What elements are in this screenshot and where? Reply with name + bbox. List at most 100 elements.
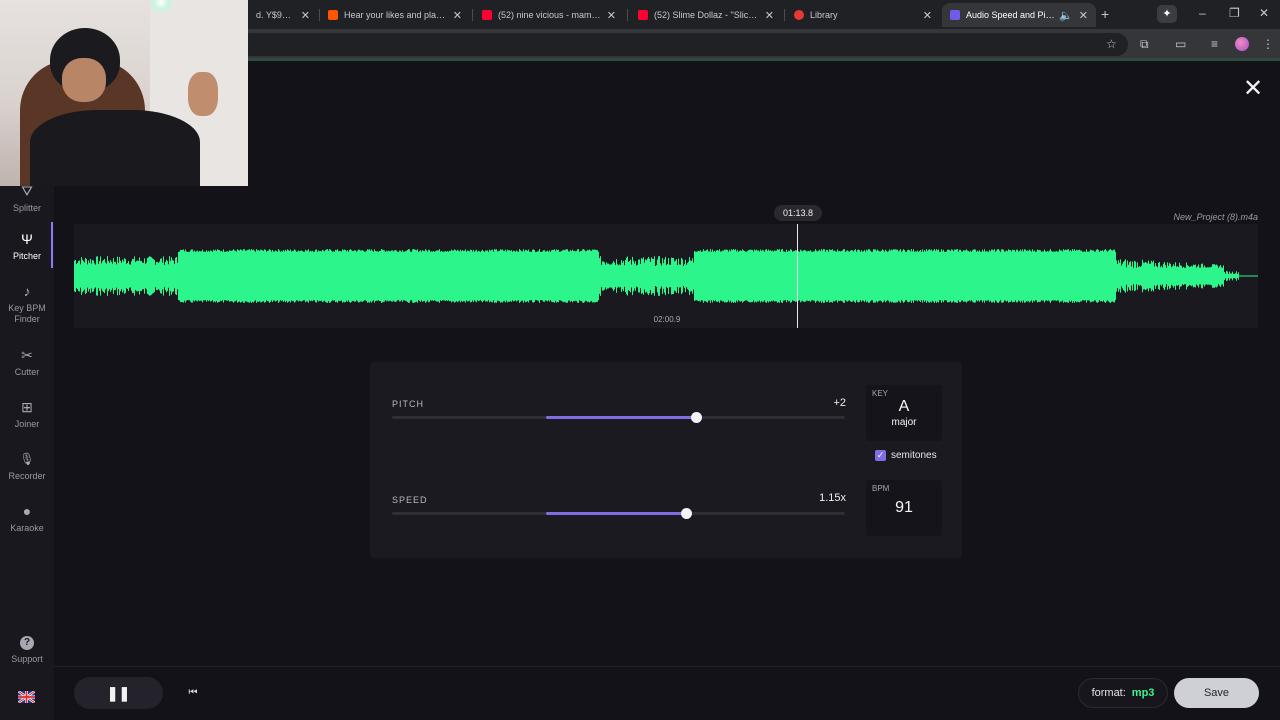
key-label: KEY [872,389,889,398]
webcam-person-body [30,110,200,186]
tab-close-icon[interactable]: ✕ [923,9,932,22]
sidebar-item-label: Recorder [8,471,46,481]
speaker-icon[interactable]: 🔈 [1059,9,1073,22]
menu-kebab-icon[interactable]: ⋮ [1262,37,1274,51]
close-icon[interactable]: ✕ [1241,77,1265,101]
tab-separator [627,9,628,21]
playhead-time: 01:13.8 [774,205,822,221]
waveform-graphic [74,249,1258,303]
sidebar-item-cutter[interactable]: ✂ Cutter [0,347,54,378]
scissors-icon: ✂ [21,347,33,363]
file-name: New_Project (8).m4a [1173,212,1258,222]
webcam-person-hand [188,72,218,116]
microphone-icon: 🎙 [19,452,35,466]
youtube-icon [482,10,492,20]
sidebar-item-label: Cutter [14,367,40,377]
sparkle-icon[interactable]: ✦ [1157,5,1177,23]
library-icon [794,10,804,20]
app-root: d. Y$99) - Ch ✕ Hear your likes and play… [0,0,1280,720]
key-bpm-icon: ♪ [23,283,31,299]
browser-tab[interactable]: d. Y$99) - Ch ✕ [248,3,318,27]
bottom-divider [54,666,1280,667]
minimize-icon[interactable]: – [1199,6,1206,20]
bpm-box: BPM 91 [866,480,942,536]
pitch-slider-thumb[interactable] [690,412,702,423]
language-flag-icon[interactable] [17,690,36,704]
pause-icon: ❚❚ [106,685,131,701]
karaoke-icon: ● [22,503,32,519]
key-mode: major [891,417,917,428]
speed-slider-fill [545,512,687,515]
sidebar-item-support[interactable]: ? Support [0,636,54,665]
key-note: A [898,398,910,415]
pause-button[interactable]: ❚❚ [74,677,163,709]
sidebar-item-label: Key BPM [8,303,46,313]
sidebar-item-recorder[interactable]: 🎙 Recorder [0,451,54,482]
sidebar-item-label: Karaoke [10,523,44,533]
browser-tab[interactable]: (52) nine vicious - mami - YouT ✕ [474,3,624,27]
profile-avatar[interactable] [1235,37,1249,51]
tab-close-icon[interactable]: ✕ [301,9,310,22]
sidebar-item-splitter[interactable]: ⛛ Splitter [0,183,54,214]
support-icon: ? [20,636,34,650]
tab-close-icon[interactable]: ✕ [1079,9,1088,22]
sidebar-item-label: Support [11,654,43,664]
pitch-value: +2 [833,397,846,409]
soundcloud-icon [328,10,338,20]
new-tab-icon[interactable]: + [1101,6,1109,22]
webcam-person-face [62,58,106,102]
sidebar-item-karaoke[interactable]: ● Karaoke [0,503,54,534]
tab-title: (52) nine vicious - mami - YouT [498,10,601,20]
hover-time: 02:00.9 [653,315,681,324]
key-box: KEY A major [866,385,942,441]
webcam-overlay [0,0,248,186]
browser-tab[interactable]: Library ✕ [786,3,940,27]
speed-value: 1.15x [819,492,846,504]
tab-separator [472,9,473,21]
sidebar-active-indicator [51,222,53,268]
waveform-area[interactable] [74,224,1258,328]
app-favicon-icon [950,10,960,20]
bpm-label: BPM [872,484,890,493]
sidebar-item-label: Splitter [12,203,41,213]
tab-title: d. Y$99) - Ch [256,10,295,20]
sidebar-item-key-bpm-finder[interactable]: ♪ Key BPM Finder [0,283,54,325]
sidebar-item-label: Joiner [14,419,40,429]
extensions-icon[interactable]: ⧉ [1140,37,1149,52]
pitch-label: PITCH [392,399,424,409]
tab-separator [784,9,785,21]
format-label: format: [1091,687,1126,699]
semitones-label: semitones [891,449,937,461]
address-bar[interactable] [240,33,1128,56]
pitcher-icon: Ψ [21,231,33,247]
skip-back-icon: ⏮ [188,687,198,698]
sidebar-item-pitcher[interactable]: Ψ Pitcher [0,231,54,262]
format-value: mp3 [1131,687,1155,699]
semitones-checkbox[interactable]: ✓ [875,449,886,461]
save-button[interactable]: Save [1174,678,1259,708]
speed-label: SPEED [392,495,428,505]
tab-close-icon[interactable]: ✕ [765,9,774,22]
cast-icon[interactable]: ▭ [1175,37,1186,51]
browser-tab-active[interactable]: Audio Speed and Pitch Ch 🔈 ✕ [942,3,1096,27]
tab-title: Library [810,10,838,20]
sidebar-item-label-line2: Finder [14,314,40,324]
bookmark-star-icon[interactable]: ☆ [1106,37,1117,51]
format-selector[interactable]: format: mp3 [1078,678,1168,708]
playhead[interactable] [797,224,798,328]
sidebar-item-joiner[interactable]: ⊞ Joiner [0,399,54,430]
skip-back-button[interactable]: ⏮ [185,685,201,701]
browser-tab[interactable]: (52) Slime Dollaz - "Slick Hatin ✕ [630,3,782,27]
bpm-value: 91 [895,499,913,516]
tab-close-icon[interactable]: ✕ [607,9,616,22]
tab-title: (52) Slime Dollaz - "Slick Hatin [654,10,759,20]
pitch-slider-fill [545,416,696,419]
restore-icon[interactable]: ❐ [1229,6,1240,20]
tab-title: Hear your likes and playlists, a [344,10,447,20]
tab-close-icon[interactable]: ✕ [453,9,462,22]
joiner-icon: ⊞ [21,399,33,415]
semitones-toggle[interactable]: ✓ semitones [875,449,937,461]
window-close-icon[interactable]: ✕ [1259,6,1269,20]
browser-tab[interactable]: Hear your likes and playlists, a ✕ [320,3,470,27]
media-controls-icon[interactable]: ≡ [1211,37,1218,51]
